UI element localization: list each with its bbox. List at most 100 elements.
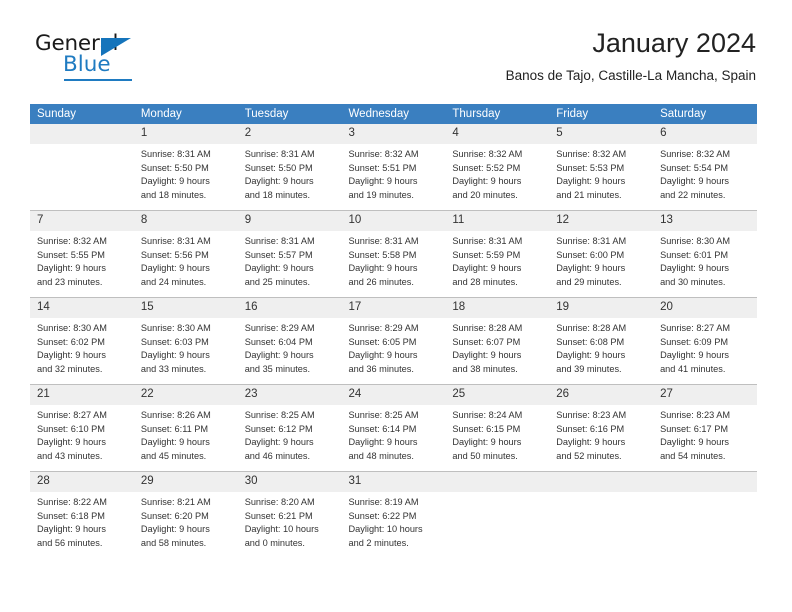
calendar-day-cell[interactable]: 23 Sunrise: 8:25 AM Sunset: 6:12 PM Dayligh… (237, 384, 342, 472)
sunrise-text: Sunrise: 8:23 AM (556, 410, 627, 420)
weekday-header-thursday: Thursday (445, 104, 550, 124)
general-blue-logo[interactable]: General Blue (35, 33, 225, 83)
day-number: 22 (133, 385, 238, 405)
daylight-text-line1: Daylight: 9 hours (348, 263, 418, 273)
day-number: 18 (445, 298, 550, 318)
calendar-day-cell[interactable]: 10 Sunrise: 8:31 AM Sunset: 5:58 PM Dayligh… (341, 210, 446, 298)
calendar-day-cell[interactable]: 27 Sunrise: 8:23 AM Sunset: 6:17 PM Dayligh… (653, 384, 757, 472)
calendar-day-cell[interactable]: 30 Sunrise: 8:20 AM Sunset: 6:21 PM Dayligh… (237, 471, 342, 558)
calendar-body: 1 Sunrise: 8:31 AM Sunset: 5:50 PM Daylight… (30, 124, 757, 558)
calendar-day-cell[interactable]: 31 Sunrise: 8:19 AM Sunset: 6:22 PM Dayligh… (341, 471, 446, 558)
sunset-text: Sunset: 5:50 PM (244, 162, 313, 173)
daylight-text-line1: Daylight: 9 hours (140, 176, 210, 186)
daylight-text-line2: and 32 minutes. (37, 363, 103, 374)
calendar-day-cell[interactable]: 29 Sunrise: 8:21 AM Sunset: 6:20 PM Dayligh… (133, 471, 238, 558)
calendar-day-cell[interactable]: 20 Sunrise: 8:27 AM Sunset: 6:09 PM Dayligh… (653, 297, 757, 385)
calendar-day-cell[interactable]: 25 Sunrise: 8:24 AM Sunset: 6:15 PM Dayligh… (445, 384, 550, 472)
day-number: 23 (237, 385, 342, 405)
sunrise-text: Sunrise: 8:29 AM (348, 323, 419, 333)
calendar-day-cell[interactable]: 15 Sunrise: 8:30 AM Sunset: 6:03 PM Dayligh… (133, 297, 238, 385)
daylight-text-line1: Daylight: 9 hours (452, 263, 522, 273)
sunrise-text: Sunrise: 8:24 AM (452, 410, 523, 420)
sunrise-text: Sunrise: 8:19 AM (348, 497, 419, 507)
calendar-header-row: Sunday Monday Tuesday Wednesday Thursday… (30, 104, 757, 124)
calendar-day-cell[interactable]: 16 Sunrise: 8:29 AM Sunset: 6:04 PM Dayligh… (237, 297, 342, 385)
sunrise-text: Sunrise: 8:23 AM (660, 410, 731, 420)
day-number: 14 (30, 298, 134, 318)
daylight-text-line2: and 24 minutes. (140, 276, 207, 287)
weekday-header-saturday: Saturday (653, 104, 757, 124)
calendar-day-cell[interactable]: 14 Sunrise: 8:30 AM Sunset: 6:02 PM Dayligh… (30, 297, 134, 385)
daylight-text-line2: and 36 minutes. (348, 363, 414, 374)
calendar-day-cell[interactable]: 18 Sunrise: 8:28 AM Sunset: 6:07 PM Dayligh… (445, 297, 550, 385)
day-number: 3 (341, 124, 446, 144)
sunset-text: Sunset: 5:51 PM (348, 162, 417, 173)
calendar-day-cell[interactable]: 12 Sunrise: 8:31 AM Sunset: 6:00 PM Dayligh… (549, 210, 654, 298)
sunset-text: Sunset: 5:57 PM (244, 249, 313, 260)
calendar-day-cell[interactable]: 7 Sunrise: 8:32 AM Sunset: 5:55 PM Daylight… (30, 210, 134, 298)
sunrise-text: Sunrise: 8:31 AM (140, 236, 211, 246)
daylight-text-line2: and 18 minutes. (244, 189, 311, 200)
day-number: 5 (549, 124, 654, 144)
day-number: 10 (341, 211, 446, 231)
daylight-text-line2: and 0 minutes. (244, 537, 305, 548)
calendar-week-row: 7 Sunrise: 8:32 AM Sunset: 5:55 PM Daylight… (30, 210, 757, 298)
calendar-day-cell[interactable]: 4 Sunrise: 8:32 AM Sunset: 5:52 PM Daylight… (445, 124, 550, 211)
day-details: Sunrise: 8:32 AM Sunset: 5:52 PM Daylight:… (445, 144, 549, 210)
calendar-day-cell[interactable]: 13 Sunrise: 8:30 AM Sunset: 6:01 PM Dayligh… (653, 210, 757, 298)
calendar-day-cell[interactable]: 6 Sunrise: 8:32 AM Sunset: 5:54 PM Daylight… (653, 124, 757, 211)
calendar-day-cell[interactable]: 21 Sunrise: 8:27 AM Sunset: 6:10 PM Dayligh… (30, 384, 134, 472)
daylight-text-line2: and 52 minutes. (556, 450, 622, 461)
calendar-day-cell[interactable]: 28 Sunrise: 8:22 AM Sunset: 6:18 PM Dayligh… (30, 471, 134, 558)
day-number: 13 (653, 211, 757, 231)
sunrise-text: Sunrise: 8:21 AM (140, 497, 211, 507)
day-number: 27 (653, 385, 757, 405)
calendar-day-cell[interactable]: 17 Sunrise: 8:29 AM Sunset: 6:05 PM Dayligh… (341, 297, 446, 385)
calendar-day-cell[interactable]: 11 Sunrise: 8:31 AM Sunset: 5:59 PM Dayligh… (445, 210, 550, 298)
sunrise-text: Sunrise: 8:29 AM (244, 323, 315, 333)
calendar-day-cell[interactable]: 22 Sunrise: 8:26 AM Sunset: 6:11 PM Dayligh… (133, 384, 238, 472)
daylight-text-line2: and 35 minutes. (244, 363, 311, 374)
sunset-text: Sunset: 6:08 PM (556, 336, 625, 347)
daylight-text-line1: Daylight: 9 hours (452, 437, 522, 447)
sunrise-text: Sunrise: 8:30 AM (140, 323, 211, 333)
daylight-text-line2: and 28 minutes. (452, 276, 518, 287)
day-details: Sunrise: 8:30 AM Sunset: 6:03 PM Daylight:… (134, 318, 238, 384)
calendar-day-cell[interactable]: 26 Sunrise: 8:23 AM Sunset: 6:16 PM Dayligh… (549, 384, 654, 472)
daylight-text-line2: and 21 minutes. (556, 189, 622, 200)
daylight-text-line1: Daylight: 9 hours (37, 437, 106, 447)
day-details: Sunrise: 8:32 AM Sunset: 5:55 PM Daylight:… (30, 231, 134, 297)
calendar-day-cell[interactable]: 8 Sunrise: 8:31 AM Sunset: 5:56 PM Daylight… (133, 210, 238, 298)
sunset-text: Sunset: 6:05 PM (348, 336, 417, 347)
weekday-header-sunday: Sunday (30, 104, 134, 124)
calendar-day-cell[interactable]: 3 Sunrise: 8:32 AM Sunset: 5:51 PM Daylight… (341, 124, 446, 211)
sunset-text: Sunset: 6:14 PM (348, 423, 417, 434)
day-number: 30 (237, 472, 342, 492)
sunrise-text: Sunrise: 8:31 AM (244, 236, 315, 246)
daylight-text-line2: and 56 minutes. (37, 537, 103, 548)
calendar-cell-empty (653, 471, 757, 558)
daylight-text-line1: Daylight: 9 hours (556, 437, 626, 447)
calendar-day-cell[interactable]: 9 Sunrise: 8:31 AM Sunset: 5:57 PM Daylight… (237, 210, 342, 298)
sunset-text: Sunset: 5:50 PM (140, 162, 209, 173)
calendar-day-cell[interactable]: 1 Sunrise: 8:31 AM Sunset: 5:50 PM Daylight… (133, 124, 238, 211)
sunrise-text: Sunrise: 8:30 AM (37, 323, 107, 333)
day-details: Sunrise: 8:20 AM Sunset: 6:21 PM Daylight:… (238, 492, 342, 558)
daylight-text-line1: Daylight: 9 hours (452, 350, 522, 360)
calendar-day-cell[interactable]: 2 Sunrise: 8:31 AM Sunset: 5:50 PM Daylight… (237, 124, 342, 211)
calendar-day-cell[interactable]: 19 Sunrise: 8:28 AM Sunset: 6:08 PM Dayligh… (549, 297, 654, 385)
calendar-cell-empty (30, 124, 134, 211)
day-number: 9 (237, 211, 342, 231)
day-number (549, 472, 654, 492)
calendar-day-cell[interactable]: 5 Sunrise: 8:32 AM Sunset: 5:53 PM Daylight… (549, 124, 654, 211)
daylight-text-line1: Daylight: 9 hours (452, 176, 522, 186)
day-details: Sunrise: 8:27 AM Sunset: 6:10 PM Daylight:… (30, 405, 134, 471)
day-number: 25 (445, 385, 550, 405)
calendar-day-cell[interactable]: 24 Sunrise: 8:25 AM Sunset: 6:14 PM Dayligh… (341, 384, 446, 472)
day-number: 19 (549, 298, 654, 318)
day-details: Sunrise: 8:31 AM Sunset: 5:58 PM Daylight:… (342, 231, 446, 297)
day-details: Sunrise: 8:29 AM Sunset: 6:04 PM Daylight:… (238, 318, 342, 384)
sunset-text: Sunset: 5:56 PM (140, 249, 209, 260)
calendar-cell-empty (549, 471, 654, 558)
daylight-text-line1: Daylight: 9 hours (244, 350, 314, 360)
